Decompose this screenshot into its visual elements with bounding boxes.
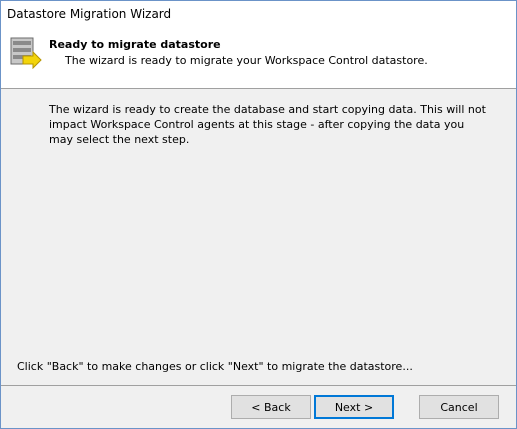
database-icon bbox=[10, 37, 42, 69]
wizard-window: Datastore Migration Wizard Ready to migr… bbox=[0, 0, 517, 429]
next-button[interactable]: Next > bbox=[314, 395, 394, 419]
cancel-button[interactable]: Cancel bbox=[419, 395, 499, 419]
navigation-hint: Click "Back" to make changes or click "N… bbox=[17, 360, 413, 373]
wizard-header: Ready to migrate datastore The wizard is… bbox=[1, 29, 516, 89]
wizard-heading: Ready to migrate datastore bbox=[49, 38, 221, 51]
wizard-description: The wizard is ready to create the databa… bbox=[49, 103, 486, 146]
wizard-subheading: The wizard is ready to migrate your Work… bbox=[65, 54, 428, 67]
window-title: Datastore Migration Wizard bbox=[7, 7, 172, 21]
title-bar[interactable]: Datastore Migration Wizard bbox=[1, 1, 516, 29]
footer-divider bbox=[1, 385, 516, 386]
back-button[interactable]: < Back bbox=[231, 395, 311, 419]
